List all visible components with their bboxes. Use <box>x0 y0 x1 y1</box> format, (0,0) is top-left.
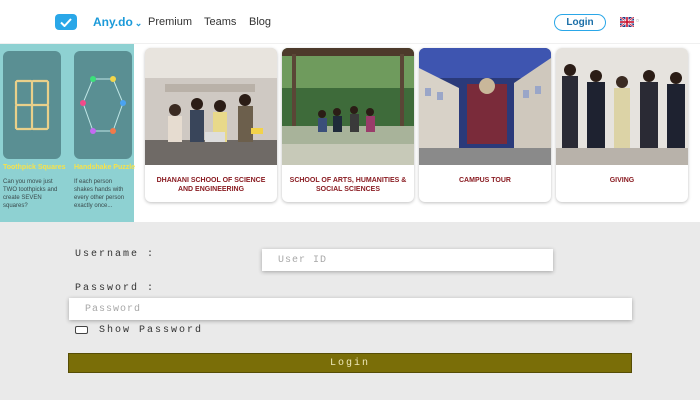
nav-link-teams[interactable]: Teams <box>204 16 236 28</box>
handshake-puzzle-icon <box>80 76 126 134</box>
card-caption: SCHOOL OF ARTS, HUMANITIES & SOCIAL SCIE… <box>289 177 407 193</box>
chevron-down-icon: ⌄ <box>134 18 143 28</box>
card-caption: GIVING <box>609 177 635 184</box>
nav-link-premium[interactable]: Premium <box>148 16 192 28</box>
puzzle-title[interactable]: Handshake Puzzle <box>74 164 135 171</box>
password-input[interactable] <box>69 298 632 320</box>
card-caption: CAMPUS TOUR <box>459 177 511 184</box>
campus-building-photo <box>419 48 551 165</box>
toothpick-squares-icon <box>14 79 50 131</box>
puzzle-panel: Toothpick Squares Can you move just TWO … <box>0 44 135 222</box>
card-campus-tour[interactable]: CAMPUS TOUR <box>419 48 551 202</box>
lab-photo <box>145 48 277 165</box>
group-photo <box>556 48 688 165</box>
card-giving[interactable]: GIVING <box>556 48 688 202</box>
show-password-checkbox[interactable] <box>75 326 88 334</box>
handshake-puzzle-card[interactable] <box>74 51 132 159</box>
uk-flag-icon[interactable] <box>620 17 634 27</box>
nav-login-button[interactable]: Login <box>554 14 606 31</box>
card-arts-humanities[interactable]: SCHOOL OF ARTS, HUMANITIES & SOCIAL SCIE… <box>282 48 414 202</box>
card-science-engineering[interactable]: DHANANI SCHOOL OF SCIENCE AND ENGINEERIN… <box>145 48 277 202</box>
card-caption: DHANANI SCHOOL OF SCIENCE AND ENGINEERIN… <box>156 177 266 193</box>
brand-menu[interactable]: Any.do ⌄ <box>93 15 142 29</box>
username-input[interactable] <box>262 249 553 271</box>
username-label: Username : <box>75 249 156 260</box>
anydo-logo-icon[interactable] <box>55 14 77 30</box>
language-suffix[interactable]: ▫ <box>636 16 639 25</box>
nav-link-blog[interactable]: Blog <box>249 16 271 28</box>
puzzle-description: If each person shakes hands with every o… <box>74 179 125 209</box>
puzzle-description: Can you move just TWO toothpicks and cre… <box>3 179 58 209</box>
brand-name: Any.do <box>93 15 133 29</box>
top-navigation: Any.do ⌄ Premium Teams Blog Login ▫ <box>0 0 700 44</box>
puzzle-title[interactable]: Toothpick Squares <box>3 164 66 171</box>
password-label: Password : <box>75 283 156 294</box>
toothpick-puzzle-card[interactable] <box>3 51 61 159</box>
show-password-label[interactable]: Show Password <box>99 325 203 336</box>
login-button[interactable]: Login <box>68 353 632 373</box>
students-garden-photo <box>282 48 414 165</box>
